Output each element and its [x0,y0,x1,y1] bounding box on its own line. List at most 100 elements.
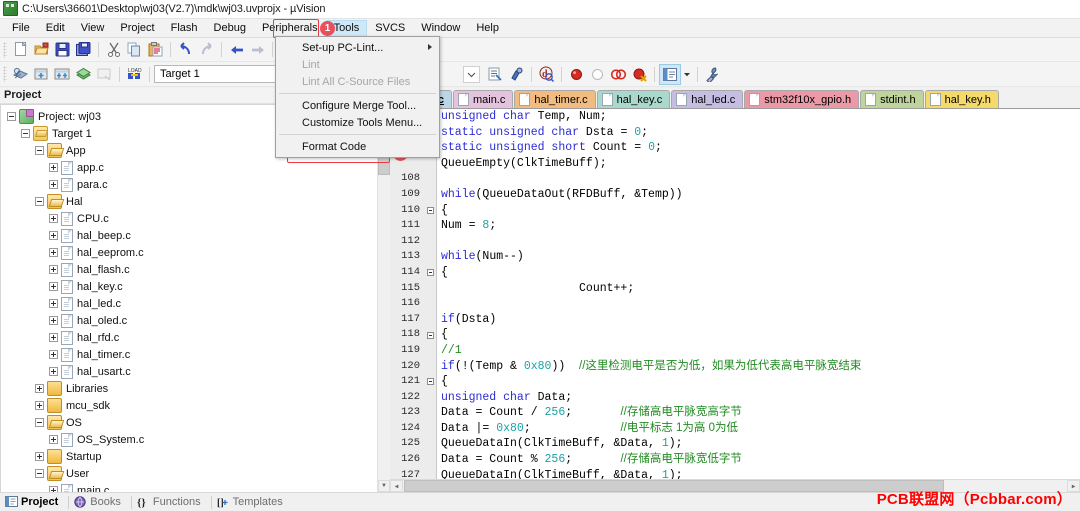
expand-icon[interactable] [35,384,44,393]
bottom-tab-templates[interactable]: [] Templates [215,494,290,510]
expand-icon[interactable] [49,231,58,240]
editor-tab-stdint-h[interactable]: stdint.h [860,90,924,108]
tools-dropdown-menu[interactable]: Set-up PC-Lint... Lint Lint All C-Source F… [275,36,440,158]
collapse-icon[interactable] [21,129,30,138]
code-line[interactable]: 118 { [390,327,1080,343]
code-line[interactable]: 122 unsigned char Data; [390,390,1080,406]
editor-tab-main-c[interactable]: main.c [452,90,514,108]
tree-item[interactable]: hal_oled.c [1,312,390,329]
code-line[interactable]: 119 //1 [390,343,1080,359]
configure-target-icon[interactable] [485,64,506,84]
tree-item[interactable]: Libraries [1,380,390,397]
debug-settings-icon[interactable] [506,64,527,84]
menu-item-set-up-pc-lint[interactable]: Set-up PC-Lint... [276,39,439,56]
editor-tab-stm32f10x-gpio-h[interactable]: stm32f10x_gpio.h [744,90,860,108]
undo-icon[interactable] [175,40,196,60]
batch-build-icon[interactable] [73,64,94,84]
code-line[interactable]: 123 Data = Count / 256; //存储高电平脉宽高字节 [390,405,1080,421]
redo-icon[interactable] [196,40,217,60]
expand-icon[interactable] [49,180,58,189]
menu-item-configure-merge-tool[interactable]: Configure Merge Tool... [276,97,439,114]
code-line[interactable]: 113 while(Num--) [390,249,1080,265]
stop-build-icon[interactable] [94,64,115,84]
code-editor[interactable]: unsigned char Temp, Num; static unsigned … [390,109,1080,493]
code-line[interactable]: static unsigned char Dsta = 0; [390,125,1080,141]
translate-icon[interactable] [10,64,31,84]
chevron-down-icon[interactable] [681,67,693,81]
code-line[interactable]: 125 QueueDataIn(ClkTimeBuff, &Data, 1); [390,436,1080,452]
disable-all-breakpoints-icon[interactable] [608,64,629,84]
project-tree[interactable]: Project: wj03 Target 1 App app.c para.c Hal CP… [0,104,390,493]
start-debug-icon[interactable]: d [536,64,557,84]
load-icon[interactable]: LOAD [124,64,145,84]
menu-item-window[interactable]: Window [413,20,468,37]
code-line[interactable]: 116 [390,296,1080,312]
utilities-icon[interactable] [702,64,723,84]
code-line[interactable]: 121 { [390,374,1080,390]
tree-item[interactable]: hal_key.c [1,278,390,295]
code-line[interactable]: 110 { [390,203,1080,219]
editor-tab-hal-key-h[interactable]: hal_key.h [924,90,999,108]
tree-item[interactable]: hal_usart.c [1,363,390,380]
paste-icon[interactable] [145,40,166,60]
bottom-tab-functions[interactable]: {} Functions [135,494,208,510]
tree-item[interactable]: hal_led.c [1,295,390,312]
build-icon[interactable] [31,64,52,84]
project-window-icon[interactable] [659,63,681,85]
editor-tab-hal-timer-c[interactable]: hal_timer.c [514,90,596,108]
toolbar-grip[interactable] [3,41,7,58]
menu-item-file[interactable]: File [4,20,38,37]
expand-icon[interactable] [49,265,58,274]
menu-item-view[interactable]: View [73,20,113,37]
open-file-icon[interactable] [31,40,52,60]
menu-item-edit[interactable]: Edit [38,20,73,37]
target-selector[interactable]: Target 1 [154,65,293,83]
menu-item-help[interactable]: Help [468,20,507,37]
menu-item-svcs[interactable]: SVCS [367,20,413,37]
menu-item-peripherals[interactable]: Peripherals [254,20,326,37]
tree-item[interactable]: hal_eeprom.c [1,244,390,261]
expand-icon[interactable] [35,452,44,461]
menu-item-flash[interactable]: Flash [163,20,206,37]
collapse-icon[interactable] [35,418,44,427]
tree-item[interactable]: hal_rfd.c [1,329,390,346]
collapse-icon[interactable] [7,112,16,121]
project-tree-scrollbar[interactable]: ▲ ▼ [377,105,390,492]
expand-icon[interactable] [49,333,58,342]
new-file-icon[interactable] [10,40,31,60]
menu-item-project[interactable]: Project [112,20,162,37]
tree-item[interactable]: CPU.c [1,210,390,227]
expand-icon[interactable] [49,299,58,308]
code-line[interactable]: 124 Data |= 0x80; //电平标志 1为高 0为低 [390,421,1080,437]
tree-item[interactable]: Hal [1,193,390,210]
code-line[interactable]: 126 Data = Count % 256; //存储高电平脉宽低字节 [390,452,1080,468]
copy-icon[interactable] [124,40,145,60]
collapse-icon[interactable] [35,197,44,206]
tree-item[interactable]: app.c [1,159,390,176]
editor-tab-hal-led-c[interactable]: hal_led.c [671,90,744,108]
expand-icon[interactable] [49,282,58,291]
expand-icon[interactable] [49,248,58,257]
scroll-down-icon[interactable]: ▼ [378,480,390,492]
kill-all-breakpoints-icon[interactable] [629,64,650,84]
expand-icon[interactable] [49,163,58,172]
navigate-forward-icon[interactable] [247,40,268,60]
menu-item-customize-tools-menu[interactable]: Customize Tools Menu... [276,114,439,131]
rebuild-icon[interactable] [52,64,73,84]
expand-icon[interactable] [35,401,44,410]
expand-icon[interactable] [49,367,58,376]
tree-item[interactable]: User [1,465,390,482]
tree-item[interactable]: OS [1,414,390,431]
code-line[interactable]: 109 while(QueueDataOut(RFDBuff, &Temp)) [390,187,1080,203]
collapse-icon[interactable] [35,146,44,155]
bottom-tab-project[interactable]: Project [3,494,65,510]
code-line[interactable]: static unsigned short Count = 0; [390,140,1080,156]
tree-item[interactable]: hal_flash.c [1,261,390,278]
code-line[interactable]: 114 { [390,265,1080,281]
code-line[interactable]: 111 Num = 8; [390,218,1080,234]
chevron-down-icon[interactable] [463,65,480,83]
scrollbar-thumb[interactable] [404,480,944,492]
menu-item-debug[interactable]: Debug [206,20,254,37]
scroll-left-icon[interactable]: ◀ [390,480,403,492]
tree-item[interactable]: para.c [1,176,390,193]
